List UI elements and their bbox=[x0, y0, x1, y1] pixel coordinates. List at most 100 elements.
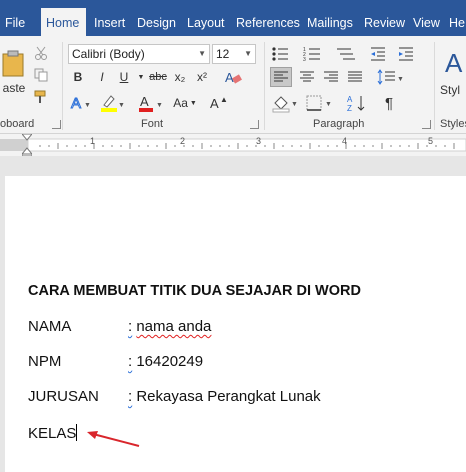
format-painter-icon[interactable] bbox=[32, 88, 50, 106]
chevron-down-icon: ▼ bbox=[244, 49, 252, 58]
chevron-down-icon[interactable]: ▼ bbox=[136, 67, 146, 87]
copy-icon[interactable] bbox=[32, 66, 50, 84]
tab-file[interactable]: File bbox=[0, 8, 30, 36]
show-formatting-marks-icon[interactable]: ¶ bbox=[378, 92, 400, 114]
paragraph-launcher-icon[interactable] bbox=[422, 120, 431, 129]
paste-button[interactable] bbox=[0, 46, 28, 80]
numbering-icon[interactable]: 123 bbox=[302, 44, 326, 64]
document-line: JURUSAN : Rekayasa Perangkat Lunak bbox=[28, 388, 448, 405]
justify-icon[interactable] bbox=[344, 67, 366, 87]
field-label: JURUSAN bbox=[28, 388, 99, 405]
italic-button[interactable]: I bbox=[92, 67, 112, 87]
svg-text:▼: ▼ bbox=[156, 102, 163, 109]
horizontal-ruler[interactable]: 1 2 3 4 5 bbox=[0, 133, 466, 157]
align-left-icon[interactable] bbox=[270, 67, 292, 87]
decrease-indent-icon[interactable] bbox=[368, 44, 388, 64]
sort-icon[interactable]: AZ bbox=[344, 92, 370, 114]
svg-text:▼: ▼ bbox=[84, 102, 91, 109]
svg-text:▼: ▼ bbox=[118, 102, 125, 109]
ribbon: aste oboard Calibri (Body) ▼ 12 ▼ B I U … bbox=[0, 36, 466, 134]
tab-insert[interactable]: Insert bbox=[89, 8, 130, 36]
borders-icon[interactable]: ▼ bbox=[304, 92, 334, 114]
ruler-number: 4 bbox=[342, 136, 348, 146]
ruler-number: 3 bbox=[256, 136, 262, 146]
multilevel-list-icon[interactable] bbox=[334, 44, 358, 64]
field-value-text: Rekayasa Perangkat Lunak bbox=[136, 388, 321, 405]
svg-text:3: 3 bbox=[303, 57, 306, 62]
increase-indent-icon[interactable] bbox=[396, 44, 416, 64]
superscript-button[interactable]: x² bbox=[192, 67, 212, 87]
chevron-down-icon: ▼ bbox=[189, 99, 197, 107]
font-size-combo[interactable]: 12 ▼ bbox=[212, 44, 256, 64]
styles-label[interactable]: Styl bbox=[440, 82, 466, 98]
change-case-button[interactable]: Aa ▼ bbox=[170, 92, 200, 114]
ruler-number: 2 bbox=[180, 136, 186, 146]
tab-help[interactable]: He bbox=[444, 8, 466, 36]
styles-group-label: Styles bbox=[440, 118, 466, 130]
font-launcher-icon[interactable] bbox=[250, 120, 259, 129]
tab-view[interactable]: View bbox=[408, 8, 445, 36]
ribbon-tab-bar: File Home Insert Design Layout Reference… bbox=[0, 0, 466, 36]
tab-review[interactable]: Review bbox=[359, 8, 410, 36]
ruler-ticks bbox=[0, 138, 466, 152]
field-colon: : bbox=[128, 353, 133, 370]
clipboard-group-label: oboard bbox=[0, 118, 35, 130]
field-label: NAMA bbox=[28, 318, 72, 335]
font-name-combo[interactable]: Calibri (Body) ▼ bbox=[68, 44, 210, 64]
document-line: NPM : 16420249 bbox=[28, 353, 448, 370]
svg-text:A: A bbox=[225, 70, 234, 85]
styles-icon[interactable]: A bbox=[440, 44, 466, 80]
tab-home[interactable]: Home bbox=[41, 8, 86, 36]
bold-button[interactable]: B bbox=[68, 67, 88, 87]
align-center-icon[interactable] bbox=[296, 67, 318, 87]
grow-font-icon[interactable]: A ▲ bbox=[206, 92, 230, 114]
line-spacing-icon[interactable]: ▼ bbox=[376, 67, 404, 87]
cut-icon[interactable] bbox=[32, 44, 50, 62]
svg-text:A: A bbox=[347, 95, 353, 104]
font-name-value: Calibri (Body) bbox=[72, 47, 145, 61]
document-area: CARA MEMBUAT TITIK DUA SEJAJAR DI WORD N… bbox=[0, 156, 466, 472]
underline-button[interactable]: U bbox=[114, 67, 134, 87]
document-page[interactable]: CARA MEMBUAT TITIK DUA SEJAJAR DI WORD N… bbox=[5, 176, 466, 472]
ruler-number: 1 bbox=[90, 136, 96, 146]
align-right-icon[interactable] bbox=[320, 67, 342, 87]
divider bbox=[264, 42, 265, 130]
field-label: KELAS bbox=[28, 425, 77, 442]
divider bbox=[434, 42, 435, 130]
svg-text:▲: ▲ bbox=[220, 95, 228, 104]
paragraph-group-label: Paragraph bbox=[313, 118, 365, 130]
tab-layout[interactable]: Layout bbox=[182, 8, 230, 36]
field-value-text: nama anda bbox=[136, 318, 212, 335]
font-group-label: Font bbox=[141, 118, 164, 130]
text-cursor bbox=[76, 424, 78, 441]
strikethrough-button[interactable]: abc bbox=[146, 67, 170, 87]
field-value: : Rekayasa Perangkat Lunak bbox=[128, 388, 321, 405]
paste-label[interactable]: aste bbox=[0, 80, 28, 96]
font-color-icon[interactable]: A ▼ bbox=[136, 92, 164, 114]
document-line: NAMA : nama anda bbox=[28, 318, 448, 335]
svg-text:▼: ▼ bbox=[291, 101, 298, 108]
shading-icon[interactable]: ▼ bbox=[270, 92, 300, 114]
tab-mailings[interactable]: Mailings bbox=[302, 8, 358, 36]
field-label: NPM bbox=[28, 353, 62, 370]
subscript-button[interactable]: x₂ bbox=[170, 67, 190, 87]
field-value-text: 16420249 bbox=[136, 353, 204, 370]
svg-text:A: A bbox=[210, 96, 219, 111]
clipboard-icon bbox=[2, 50, 24, 77]
document-heading: CARA MEMBUAT TITIK DUA SEJAJAR DI WORD bbox=[28, 283, 361, 299]
field-colon: : bbox=[128, 318, 133, 335]
indent-marker-icon[interactable] bbox=[20, 133, 34, 157]
clipboard-launcher-icon[interactable] bbox=[52, 120, 61, 129]
divider bbox=[62, 42, 63, 130]
svg-text:A: A bbox=[71, 95, 81, 112]
highlight-color-icon[interactable]: ▼ bbox=[98, 92, 126, 114]
svg-text:▼: ▼ bbox=[397, 76, 403, 83]
tab-design[interactable]: Design bbox=[132, 8, 181, 36]
text-effects-icon[interactable]: A ▼ bbox=[68, 92, 94, 114]
bullets-icon[interactable] bbox=[270, 44, 294, 64]
clear-formatting-icon[interactable]: A bbox=[222, 66, 244, 88]
ruler-number: 5 bbox=[428, 136, 434, 146]
svg-text:Z: Z bbox=[347, 104, 352, 113]
tab-references[interactable]: References bbox=[231, 8, 305, 36]
change-case-label: Aa bbox=[173, 96, 188, 110]
